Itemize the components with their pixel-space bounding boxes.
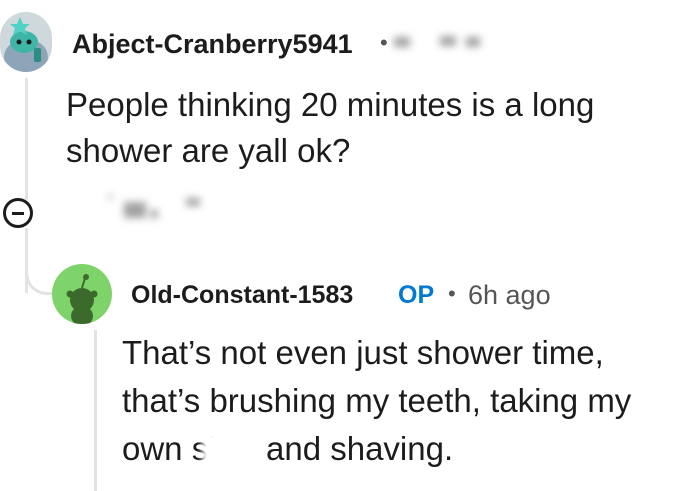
blurred-action: [150, 210, 158, 218]
comment-body-line: and shaving.: [266, 430, 454, 467]
blurred-flair: [394, 37, 410, 47]
redaction-blur: [202, 432, 262, 472]
blurred-action: [124, 202, 146, 218]
thread-line-reply: [94, 330, 97, 491]
avatar[interactable]: [52, 264, 112, 324]
thread-line-vertical: [25, 78, 28, 200]
comment-username[interactable]: Old-Constant-1583: [131, 281, 353, 310]
comment-body-line: People thinking 20 minutes is a long: [66, 86, 595, 123]
minus-icon: [12, 212, 24, 215]
comment-body-line: shower are yall ok?: [66, 132, 351, 169]
comment-body-line: that’s brushing my teeth, taking my: [122, 382, 632, 419]
snoo-avatar-icon: [66, 274, 98, 324]
meta-separator: •: [380, 30, 388, 55]
blurred-action: [108, 195, 112, 199]
collapse-minus-icon[interactable]: [3, 198, 33, 228]
snoo-avatar-icon: [4, 17, 48, 72]
blurred-flair: [440, 36, 456, 46]
op-badge: OP: [398, 281, 435, 309]
blurred-action: [186, 198, 200, 206]
timestamp: 6h ago: [468, 280, 551, 310]
avatar[interactable]: [0, 12, 52, 72]
comment-username[interactable]: Abject-Cranberry5941: [72, 29, 353, 60]
meta-separator: •: [448, 281, 456, 306]
blurred-flair: [466, 37, 480, 47]
comment-body-line: That’s not even just shower time,: [122, 334, 604, 371]
